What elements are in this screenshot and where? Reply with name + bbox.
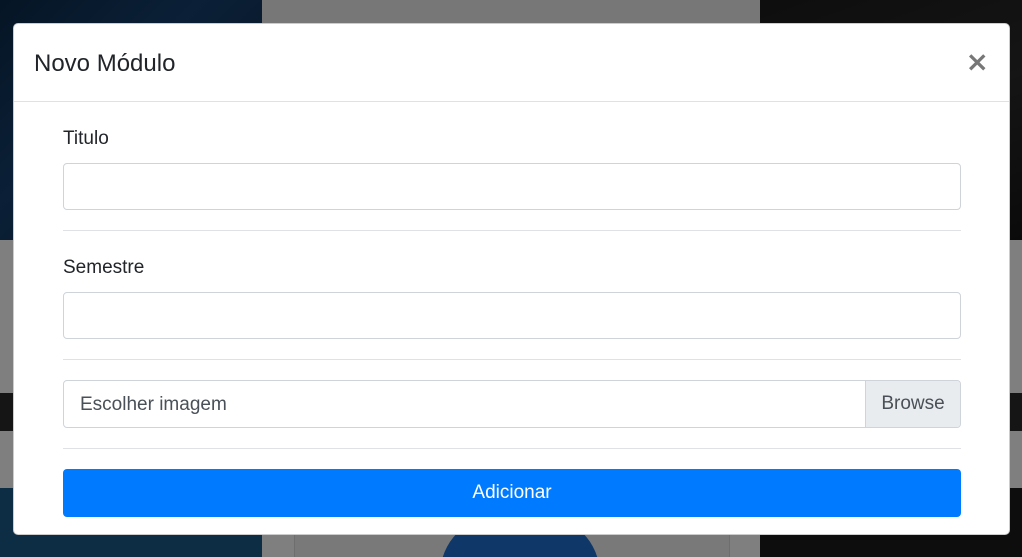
form-divider xyxy=(63,230,961,231)
close-icon[interactable]: × xyxy=(966,48,989,76)
add-button[interactable]: Adicionar xyxy=(63,469,961,517)
form-divider xyxy=(63,448,961,449)
form-divider xyxy=(63,359,961,360)
semestre-input[interactable] xyxy=(63,292,961,339)
modal-title: Novo Módulo xyxy=(34,50,176,77)
new-module-modal: Novo Módulo × Titulo Semestre Escolher i… xyxy=(13,23,1010,535)
file-input-label: Escolher imagem xyxy=(80,394,227,415)
titulo-input[interactable] xyxy=(63,163,961,210)
browse-button[interactable]: Browse xyxy=(865,381,960,427)
titulo-label: Titulo xyxy=(63,128,109,149)
semestre-label: Semestre xyxy=(63,257,145,278)
modal-header: Novo Módulo × xyxy=(14,24,1009,102)
image-file-input[interactable]: Escolher imagem Browse xyxy=(63,380,961,428)
